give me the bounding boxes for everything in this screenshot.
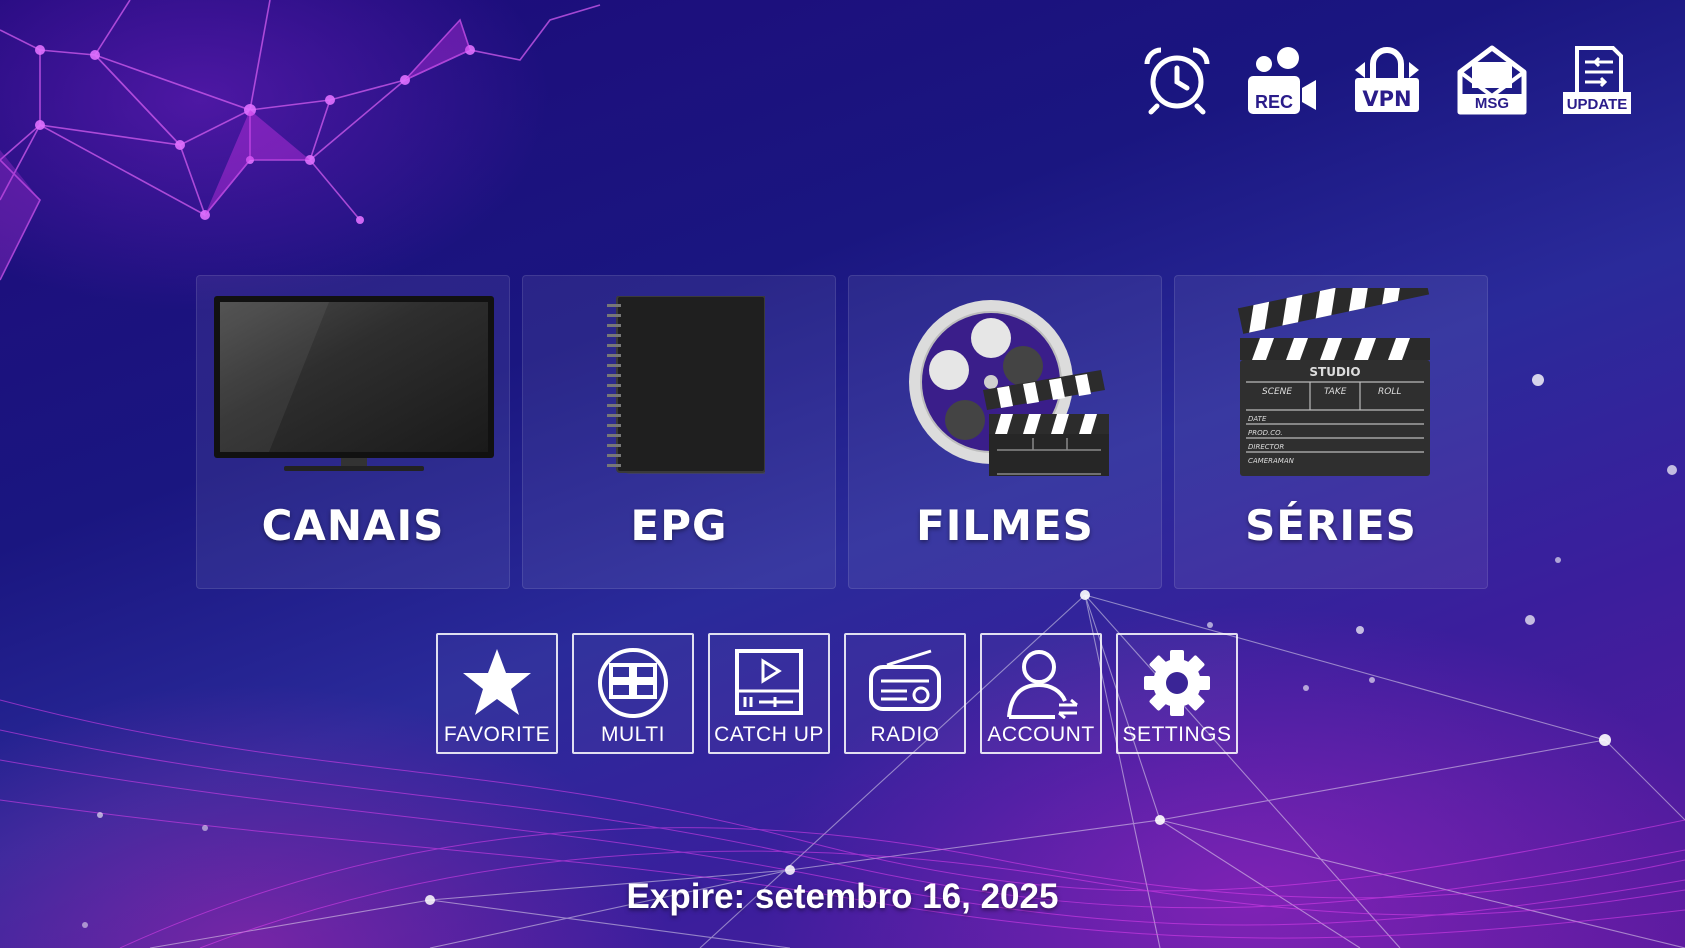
settings-button[interactable]: SETTINGS bbox=[1116, 633, 1238, 754]
account-icon bbox=[982, 645, 1100, 721]
svg-text:REC: REC bbox=[1255, 92, 1293, 112]
svg-text:MSG: MSG bbox=[1475, 95, 1509, 112]
rec-icon[interactable]: REC bbox=[1246, 44, 1318, 116]
account-button[interactable]: ACCOUNT bbox=[980, 633, 1102, 754]
update-icon[interactable]: UPDATE bbox=[1561, 44, 1633, 116]
notebook-icon bbox=[523, 296, 837, 476]
svg-text:CAMERAMAN: CAMERAMAN bbox=[1248, 457, 1295, 465]
msg-icon[interactable]: MSG bbox=[1456, 44, 1528, 116]
alarm-clock-icon[interactable] bbox=[1141, 44, 1213, 116]
favorite-button[interactable]: FAVORITE bbox=[436, 633, 558, 754]
clapperboard-icon: STUDIO SCENE TAKE ROLL DATE PROD.CO. DIR… bbox=[1175, 288, 1489, 476]
expiration-text: Expire: setembro 16, 2025 bbox=[626, 877, 1059, 916]
film-reel-icon bbox=[849, 296, 1163, 476]
top-toolbar: REC VPN MSG UPDATE bbox=[1141, 44, 1633, 116]
gear-icon bbox=[1118, 645, 1236, 721]
catch-up-label: CATCH UP bbox=[714, 723, 824, 746]
radio-label: RADIO bbox=[870, 723, 940, 746]
radio-button[interactable]: RADIO bbox=[844, 633, 966, 754]
tile-series[interactable]: STUDIO SCENE TAKE ROLL DATE PROD.CO. DIR… bbox=[1174, 275, 1488, 589]
svg-text:VPN: VPN bbox=[1362, 87, 1411, 111]
svg-text:TAKE: TAKE bbox=[1324, 387, 1347, 397]
svg-text:ROLL: ROLL bbox=[1378, 387, 1401, 397]
multi-label: MULTI bbox=[601, 723, 665, 746]
main-menu: CANAIS EPG FILMES STUDIO SCENE TAKE ROLL… bbox=[196, 275, 1488, 589]
multi-button[interactable]: MULTI bbox=[572, 633, 694, 754]
vpn-icon[interactable]: VPN bbox=[1351, 44, 1423, 116]
favorite-label: FAVORITE bbox=[443, 723, 551, 746]
tile-epg[interactable]: EPG bbox=[522, 275, 836, 589]
settings-label: SETTINGS bbox=[1122, 723, 1232, 746]
svg-text:UPDATE: UPDATE bbox=[1567, 96, 1628, 113]
account-label: ACCOUNT bbox=[987, 723, 1095, 746]
svg-text:DIRECTOR: DIRECTOR bbox=[1248, 443, 1284, 451]
multi-screen-icon bbox=[574, 645, 692, 721]
svg-text:DATE: DATE bbox=[1248, 415, 1267, 423]
radio-icon bbox=[846, 645, 964, 721]
svg-text:PROD.CO.: PROD.CO. bbox=[1248, 429, 1283, 437]
shortcut-bar: FAVORITE MULTI CATCH UP RADIO ACCOUNT SE… bbox=[436, 633, 1238, 754]
catch-up-icon bbox=[710, 645, 828, 721]
tile-label: CANAIS bbox=[261, 501, 445, 550]
tile-label: SÉRIES bbox=[1245, 501, 1417, 550]
tile-label: EPG bbox=[630, 501, 728, 550]
tile-canais[interactable]: CANAIS bbox=[196, 275, 510, 589]
catch-up-button[interactable]: CATCH UP bbox=[708, 633, 830, 754]
tv-icon bbox=[197, 296, 511, 476]
svg-text:STUDIO: STUDIO bbox=[1309, 365, 1360, 379]
tile-label: FILMES bbox=[916, 501, 1094, 550]
svg-text:SCENE: SCENE bbox=[1262, 387, 1292, 397]
star-icon bbox=[438, 645, 556, 721]
tile-filmes[interactable]: FILMES bbox=[848, 275, 1162, 589]
